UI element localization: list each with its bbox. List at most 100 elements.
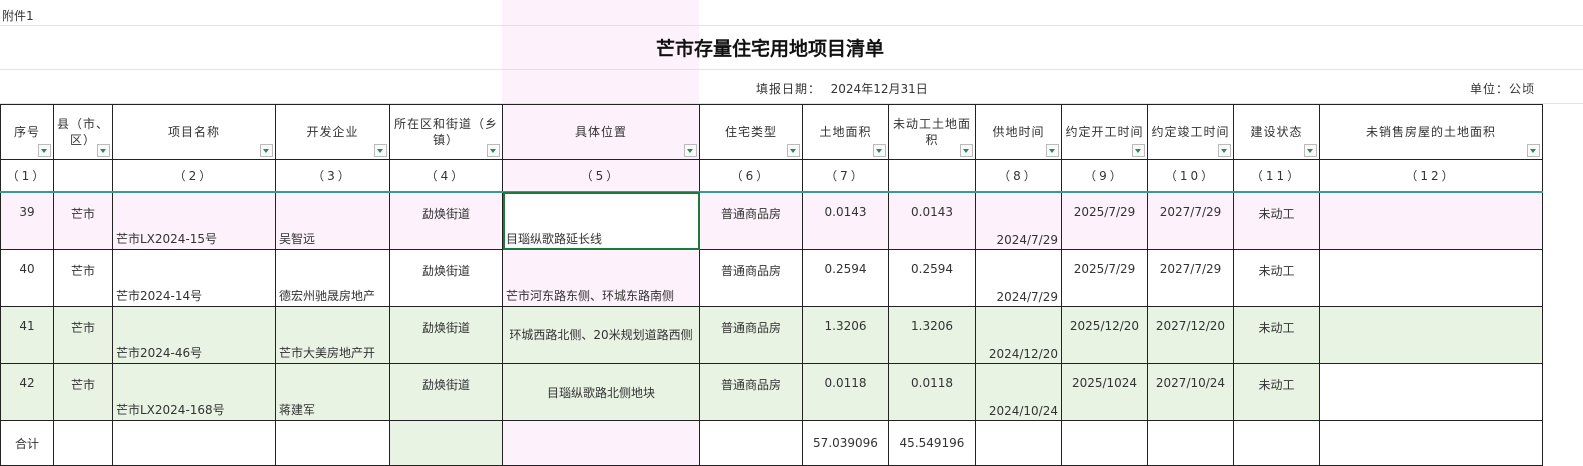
filter-dropdown-icon[interactable] xyxy=(1218,144,1231,157)
header-cell[interactable]: 开发企业 xyxy=(275,104,390,160)
cell-street[interactable]: 勐焕街道 xyxy=(389,306,503,364)
cell-location[interactable]: 目瑙纵歌路延长线 xyxy=(502,191,700,250)
empty-cell[interactable] xyxy=(53,420,113,466)
total-unstarted-area[interactable]: 45.549196 xyxy=(888,420,976,466)
cell-supply-date[interactable]: 2024/12/20 xyxy=(975,306,1062,364)
filter-dropdown-icon[interactable] xyxy=(487,144,500,157)
column-number[interactable]: （12） xyxy=(1319,159,1543,193)
empty-cell[interactable] xyxy=(275,420,390,466)
cell-unstarted-area[interactable]: 1.3206 xyxy=(888,306,976,364)
filter-dropdown-icon[interactable] xyxy=(1132,144,1145,157)
filter-dropdown-icon[interactable] xyxy=(873,144,886,157)
filter-dropdown-icon[interactable] xyxy=(38,144,51,157)
header-cell[interactable]: 约定竣工时间 xyxy=(1147,104,1234,160)
cell-developer[interactable]: 蒋建军 xyxy=(275,363,390,421)
filter-dropdown-icon[interactable] xyxy=(1304,144,1317,157)
cell-finish-date[interactable]: 2027/10/24 xyxy=(1147,363,1234,421)
header-cell[interactable]: 项目名称 xyxy=(112,104,276,160)
cell-developer[interactable]: 德宏州驰晟房地产 xyxy=(275,249,390,307)
cell-housing-type[interactable]: 普通商品房 xyxy=(699,306,803,364)
cell-status[interactable]: 未动工 xyxy=(1233,249,1320,307)
cell-county[interactable]: 芒市 xyxy=(53,306,113,364)
cell-street[interactable]: 勐焕街道 xyxy=(389,191,503,250)
empty-cell[interactable] xyxy=(975,420,1062,466)
cell-developer[interactable]: 吴智远 xyxy=(275,191,390,250)
empty-cell[interactable] xyxy=(112,420,276,466)
header-cell[interactable]: 县（市、区） xyxy=(53,104,113,160)
cell-land-area[interactable]: 1.3206 xyxy=(802,306,889,364)
cell-unstarted-area[interactable]: 0.0143 xyxy=(888,191,976,250)
cell-street[interactable]: 勐焕街道 xyxy=(389,363,503,421)
cell-land-area[interactable]: 0.2594 xyxy=(802,249,889,307)
cell-unsold-area[interactable] xyxy=(1319,191,1543,250)
column-number[interactable]: （2） xyxy=(112,159,276,193)
header-cell[interactable]: 序号 xyxy=(0,104,54,160)
cell-status[interactable]: 未动工 xyxy=(1233,363,1320,421)
header-cell[interactable]: 未动工土地面积 xyxy=(888,104,976,160)
cell-housing-type[interactable]: 普通商品房 xyxy=(699,363,803,421)
cell-status[interactable]: 未动工 xyxy=(1233,191,1320,250)
header-cell[interactable]: 未销售房屋的土地面积 xyxy=(1319,104,1543,160)
cell-finish-date[interactable]: 2027/7/29 xyxy=(1147,191,1234,250)
filter-dropdown-icon[interactable] xyxy=(787,144,800,157)
empty-cell[interactable] xyxy=(1233,420,1320,466)
cell-unstarted-area[interactable]: 0.2594 xyxy=(888,249,976,307)
cell-start-date[interactable]: 2025/7/29 xyxy=(1061,191,1148,250)
cell-county[interactable]: 芒市 xyxy=(53,249,113,307)
empty-cell[interactable] xyxy=(389,420,503,466)
header-cell[interactable]: 约定开工时间 xyxy=(1061,104,1148,160)
filter-dropdown-icon[interactable] xyxy=(97,144,110,157)
cell-no[interactable]: 39 xyxy=(0,191,54,250)
empty-cell[interactable] xyxy=(699,420,803,466)
total-label[interactable]: 合计 xyxy=(0,420,54,466)
column-number[interactable]: （7） xyxy=(802,159,889,193)
cell-finish-date[interactable]: 2027/7/29 xyxy=(1147,249,1234,307)
cell-project-name[interactable]: 芒市LX2024-168号 xyxy=(112,363,276,421)
cell-unsold-area[interactable] xyxy=(1319,306,1543,364)
column-number[interactable]: （6） xyxy=(699,159,803,193)
header-cell[interactable]: 供地时间 xyxy=(975,104,1062,160)
cell-supply-date[interactable]: 2024/10/24 xyxy=(975,363,1062,421)
cell-no[interactable]: 41 xyxy=(0,306,54,364)
cell-start-date[interactable]: 2025/1024 xyxy=(1061,363,1148,421)
column-number[interactable]: （10） xyxy=(1147,159,1234,193)
cell-unsold-area[interactable] xyxy=(1319,363,1543,421)
filter-dropdown-icon[interactable] xyxy=(684,144,697,157)
column-number[interactable]: （4） xyxy=(389,159,503,193)
cell-land-area[interactable]: 0.0118 xyxy=(802,363,889,421)
cell-start-date[interactable]: 2025/12/20 xyxy=(1061,306,1148,364)
cell-no[interactable]: 42 xyxy=(0,363,54,421)
column-number[interactable] xyxy=(888,159,976,193)
column-number[interactable]: （1） xyxy=(0,159,54,193)
cell-housing-type[interactable]: 普通商品房 xyxy=(699,191,803,250)
cell-project-name[interactable]: 芒市LX2024-15号 xyxy=(112,191,276,250)
cell-unstarted-area[interactable]: 0.0118 xyxy=(888,363,976,421)
column-number[interactable]: （9） xyxy=(1061,159,1148,193)
cell-project-name[interactable]: 芒市2024-46号 xyxy=(112,306,276,364)
cell-housing-type[interactable]: 普通商品房 xyxy=(699,249,803,307)
cell-land-area[interactable]: 0.0143 xyxy=(802,191,889,250)
header-cell[interactable]: 建设状态 xyxy=(1233,104,1320,160)
column-number[interactable]: （3） xyxy=(275,159,390,193)
header-cell[interactable]: 所在区和街道（乡镇） xyxy=(389,104,503,160)
column-number[interactable]: （11） xyxy=(1233,159,1320,193)
header-cell[interactable]: 土地面积 xyxy=(802,104,889,160)
filter-dropdown-icon[interactable] xyxy=(1527,144,1540,157)
cell-status[interactable]: 未动工 xyxy=(1233,306,1320,364)
cell-county[interactable]: 芒市 xyxy=(53,363,113,421)
column-number[interactable]: （5） xyxy=(502,159,700,193)
header-cell[interactable]: 住宅类型 xyxy=(699,104,803,160)
empty-cell[interactable] xyxy=(1319,420,1543,466)
column-number[interactable]: （8） xyxy=(975,159,1062,193)
cell-developer[interactable]: 芒市大美房地产开 xyxy=(275,306,390,364)
cell-start-date[interactable]: 2025/7/29 xyxy=(1061,249,1148,307)
cell-location[interactable]: 目瑙纵歌路北侧地块 xyxy=(502,363,700,421)
header-cell[interactable]: 具体位置 xyxy=(502,104,700,160)
filter-dropdown-icon[interactable] xyxy=(1046,144,1059,157)
cell-supply-date[interactable]: 2024/7/29 xyxy=(975,249,1062,307)
cell-location[interactable]: 环城西路北侧、20米规划道路西侧 xyxy=(502,306,700,364)
filter-dropdown-icon[interactable] xyxy=(260,144,273,157)
cell-unsold-area[interactable] xyxy=(1319,249,1543,307)
cell-supply-date[interactable]: 2024/7/29 xyxy=(975,191,1062,250)
cell-location[interactable]: 芒市河东路东侧、环城东路南侧 xyxy=(502,249,700,307)
